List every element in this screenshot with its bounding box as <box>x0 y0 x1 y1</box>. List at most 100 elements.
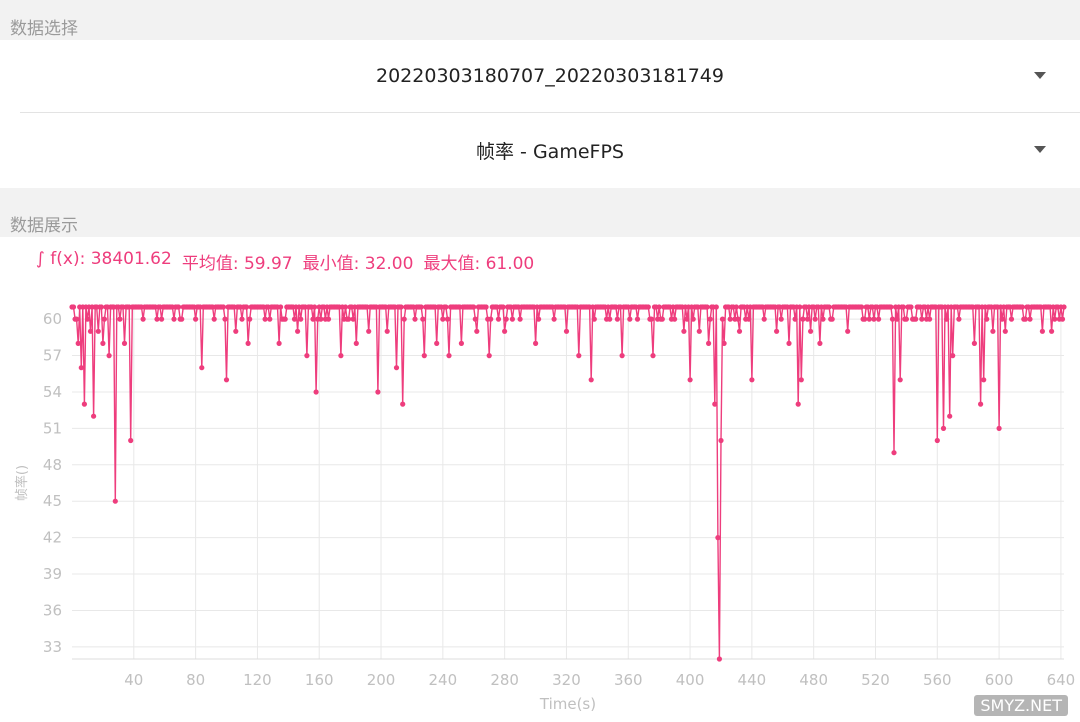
data-point <box>812 316 818 322</box>
x-tick-label: 40 <box>124 671 143 689</box>
data-point <box>171 316 177 322</box>
y-tick-label: 51 <box>43 419 62 437</box>
data-point <box>1008 316 1015 322</box>
file-select-dropdown[interactable]: 20220303180707_20220303181749 <box>20 40 1080 113</box>
data-point <box>100 340 106 346</box>
y-tick-label: 36 <box>43 601 62 619</box>
x-tick-label: 120 <box>243 671 272 689</box>
data-point <box>876 316 882 322</box>
data-point <box>889 316 896 322</box>
x-tick-label: 480 <box>799 671 828 689</box>
data-point <box>471 304 477 310</box>
data-point <box>211 316 217 322</box>
data-point <box>614 316 621 322</box>
data-point <box>346 316 352 322</box>
data-point <box>947 413 953 419</box>
data-point <box>95 328 101 334</box>
y-tick-label: 48 <box>43 456 62 474</box>
data-point <box>87 328 94 334</box>
data-point <box>736 328 743 334</box>
chevron-down-icon[interactable] <box>1034 146 1046 153</box>
data-point <box>1059 316 1066 322</box>
data-point <box>761 316 767 322</box>
data-point <box>112 498 118 504</box>
data-point <box>619 353 625 359</box>
data-point <box>984 316 990 322</box>
data-point <box>313 389 319 395</box>
x-tick-label: 400 <box>676 671 705 689</box>
y-tick-label: 42 <box>43 529 62 547</box>
data-point <box>276 340 282 346</box>
watermark-text: SMYZ.NET <box>974 695 1068 716</box>
data-point <box>106 353 112 359</box>
data-point <box>704 304 710 310</box>
data-point <box>121 340 128 346</box>
data-point <box>325 316 332 322</box>
data-point <box>798 377 804 383</box>
data-point <box>684 316 690 322</box>
data-point <box>659 316 665 322</box>
data-point <box>563 328 570 334</box>
x-tick-label: 280 <box>490 671 519 689</box>
data-point <box>996 425 1002 431</box>
data-point <box>713 304 719 310</box>
data-point <box>888 304 894 310</box>
data-point <box>117 316 123 322</box>
data-point <box>244 304 250 310</box>
data-point <box>716 656 723 662</box>
data-point <box>176 304 182 310</box>
data-point <box>154 316 160 322</box>
data-point <box>1049 328 1055 334</box>
data-point <box>845 328 851 334</box>
data-point <box>900 304 906 310</box>
data-point <box>1039 328 1045 334</box>
data-point <box>808 328 814 334</box>
data-point <box>312 304 318 310</box>
data-point <box>179 316 185 322</box>
data-point <box>862 316 868 322</box>
data-point <box>295 328 301 334</box>
data-point <box>220 304 226 310</box>
data-point <box>101 316 107 322</box>
data-point <box>304 353 310 359</box>
data-point <box>971 340 978 346</box>
data-point <box>956 316 962 322</box>
metric-select-dropdown[interactable]: 帧率 - GameFPS <box>20 114 1080 186</box>
data-point <box>412 316 418 322</box>
y-tick-label: 57 <box>43 347 62 365</box>
fps-line-chart[interactable]: 33 36 39 42 45 48 51 54 57 60 40 80 120 160 200 240 280 3… <box>0 237 1080 722</box>
data-point <box>338 353 344 359</box>
x-tick-label: 560 <box>923 671 952 689</box>
data-point <box>990 328 996 334</box>
data-point <box>588 377 594 383</box>
data-point <box>944 316 950 322</box>
data-point <box>656 304 662 310</box>
data-point <box>70 304 77 310</box>
x-tick-label: 440 <box>738 671 767 689</box>
data-point <box>681 328 687 334</box>
data-point <box>645 304 651 310</box>
y-tick-label: 39 <box>43 565 62 583</box>
data-point <box>84 316 91 322</box>
data-point <box>591 316 597 322</box>
data-point <box>398 304 404 310</box>
data-point <box>91 413 97 419</box>
x-tick-label: 200 <box>367 671 396 689</box>
data-point <box>940 425 947 431</box>
data-point <box>897 377 903 383</box>
data-point <box>472 316 478 322</box>
chevron-down-icon[interactable] <box>1034 72 1046 79</box>
data-point <box>826 304 832 310</box>
data-point <box>706 340 712 346</box>
data-point <box>366 328 372 334</box>
data-point <box>517 316 523 322</box>
data-point <box>247 316 253 322</box>
data-point <box>420 316 426 322</box>
data-point <box>727 316 733 322</box>
data-point <box>434 340 440 346</box>
data-point <box>74 316 80 322</box>
data-point <box>291 316 298 322</box>
data-point <box>418 304 424 310</box>
section-title-data-display: 数据展示 <box>10 216 78 236</box>
data-point <box>223 377 230 383</box>
